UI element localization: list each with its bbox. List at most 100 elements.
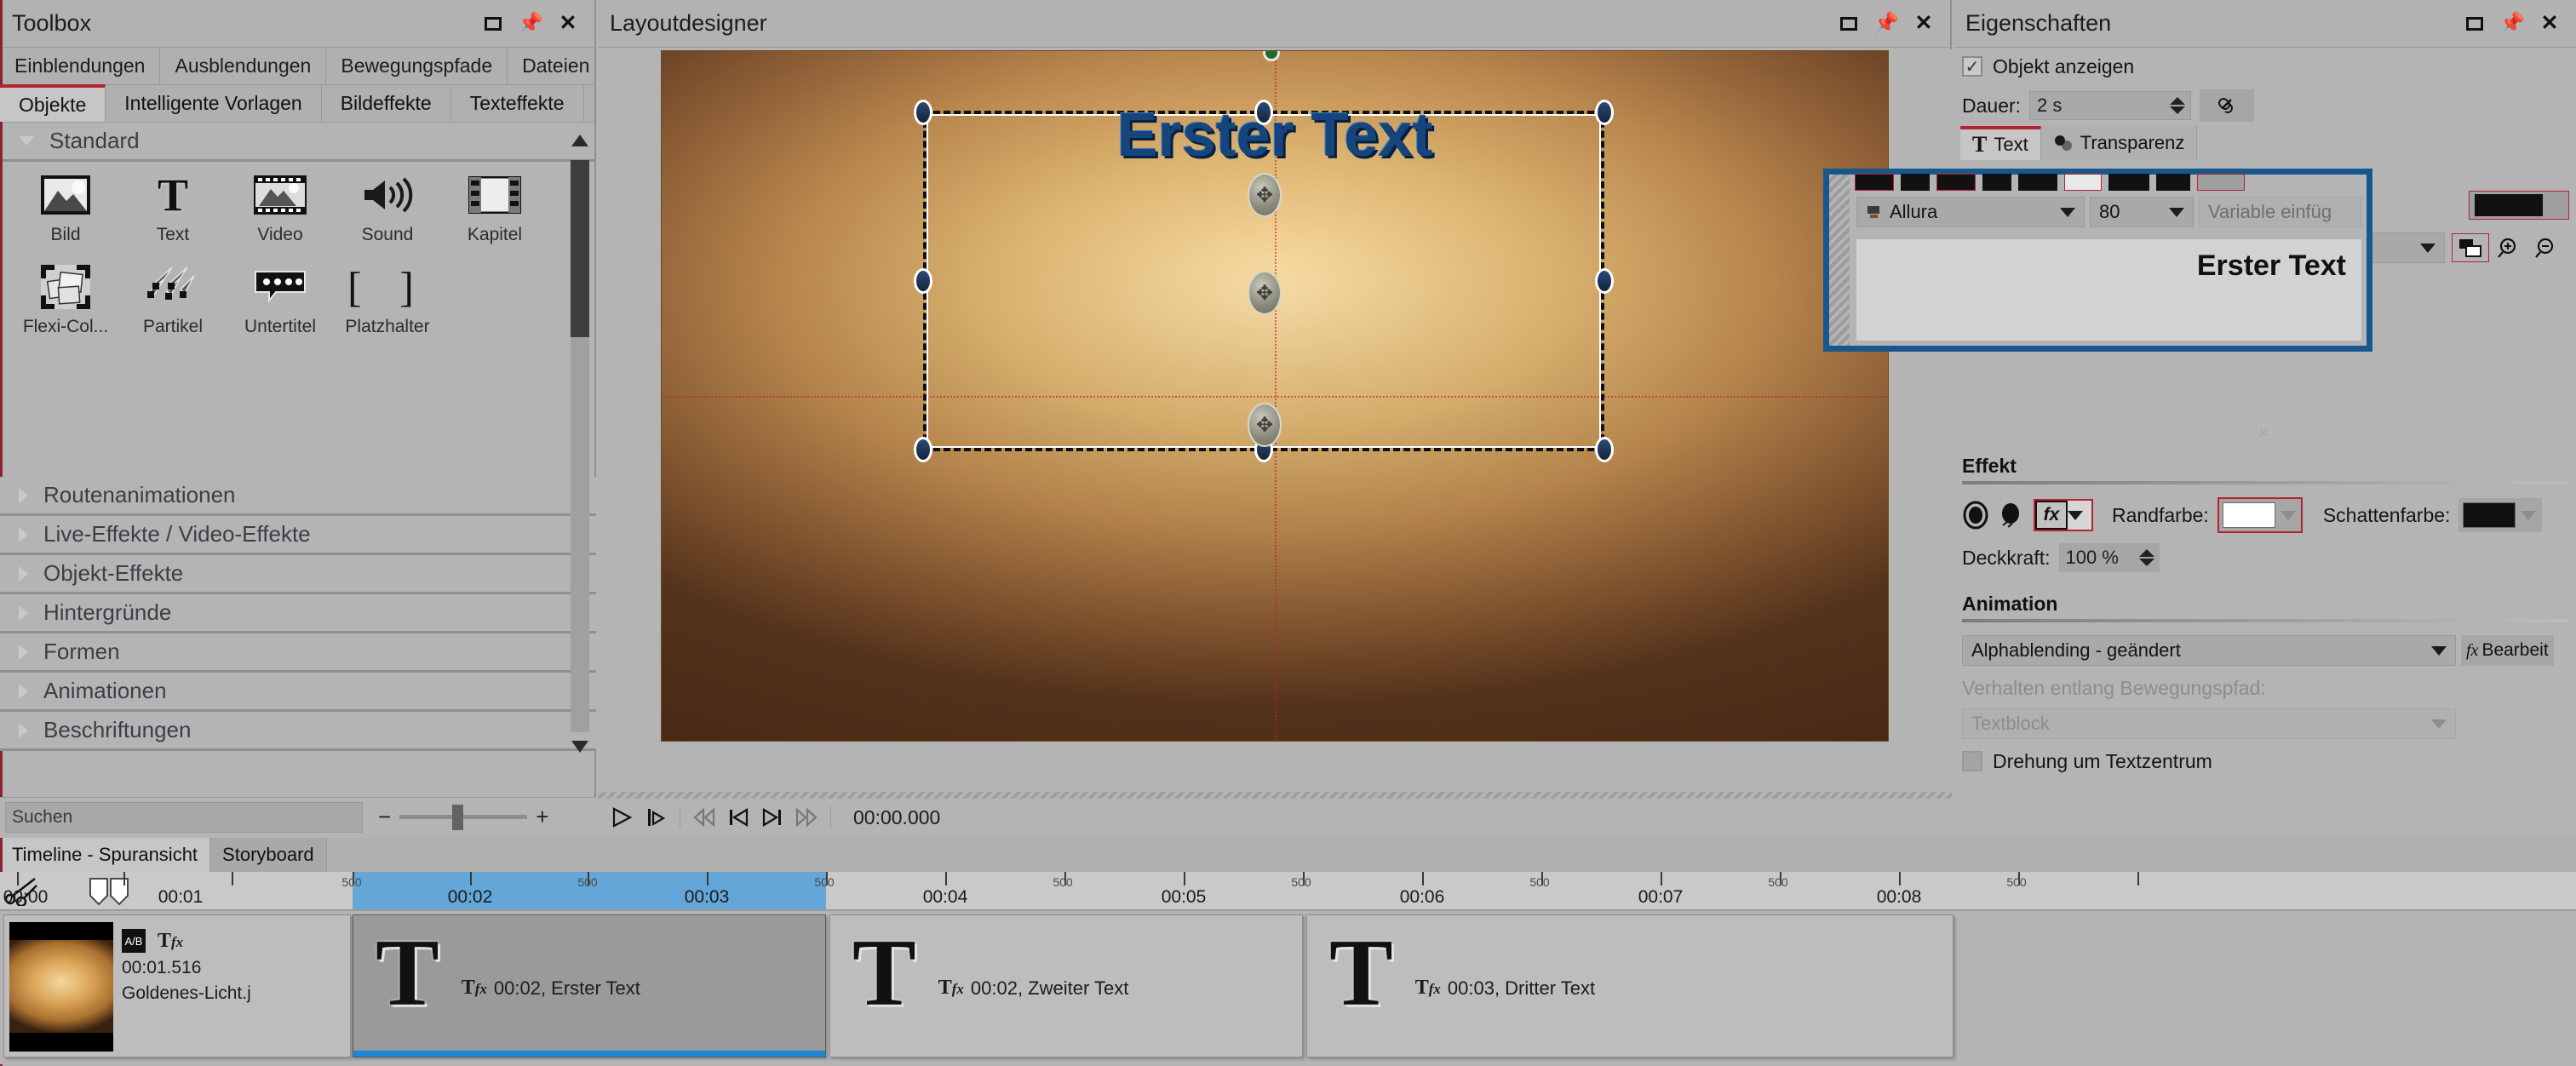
preview-stage[interactable]: Erster Text ✥ ✥ ✥ [661, 50, 1889, 742]
move-handle-center[interactable]: ✥ [1248, 271, 1282, 315]
timeline-clip-text-2[interactable]: T Tfx 00:02, Zweiter Text [829, 914, 1303, 1057]
align-left-icon[interactable] [2018, 174, 2057, 191]
object-item-untertitel[interactable]: Untertitel [227, 261, 334, 352]
tab-text[interactable]: T Text [1960, 126, 2041, 160]
slider-knob[interactable] [452, 805, 464, 830]
section-routenanimationen[interactable]: Routenanimationen [0, 477, 596, 516]
handle-bottom-left[interactable] [914, 437, 932, 462]
rotate-checkbox[interactable] [1962, 751, 1982, 771]
zoom-out-label[interactable]: − [378, 804, 391, 830]
handle-middle-left[interactable] [914, 268, 932, 294]
tab-objekte[interactable]: Objekte [0, 84, 106, 122]
chain-link-icon[interactable] [2200, 89, 2255, 122]
dialog-grip[interactable] [1829, 175, 1850, 346]
font-preview-area[interactable]: Erster Text [1856, 239, 2361, 341]
layer-order-icon[interactable] [2452, 233, 2489, 262]
tab-storyboard[interactable]: Storyboard [209, 838, 327, 872]
tab-texteffekte[interactable]: Texteffekte [451, 85, 584, 122]
tab-einblendungen[interactable]: Einblendungen [0, 48, 161, 84]
pin-icon[interactable]: 📌 [518, 13, 543, 35]
object-item-bild[interactable]: Bild [12, 169, 119, 261]
font-dialog[interactable]: Allura 80 Variable einfüg Erster Text [1823, 169, 2372, 352]
tab-dateien[interactable]: Dateien [508, 48, 605, 84]
splitter-grip[interactable]: ⁙ [1954, 427, 2576, 438]
animation-select[interactable]: Alphablending - geändert [1962, 635, 2456, 666]
maximize-icon[interactable] [1838, 13, 1860, 35]
shadow-ellipse-icon[interactable] [1998, 501, 2025, 530]
maximize-icon[interactable] [482, 13, 504, 35]
object-item-partikel[interactable]: Partikel [119, 261, 227, 352]
close-icon[interactable]: ✕ [1913, 13, 1935, 35]
outline-ellipse-icon[interactable] [1962, 501, 1989, 530]
path-behavior-select[interactable]: Textblock [1962, 708, 2456, 739]
search-input[interactable]: Suchen [5, 801, 363, 833]
canvas-text-object[interactable]: Erster Text [1117, 100, 1433, 170]
rewind-icon[interactable] [689, 803, 720, 832]
object-item-video[interactable]: Video [227, 169, 334, 261]
close-icon[interactable]: ✕ [2539, 13, 2561, 35]
bold-icon[interactable] [1901, 174, 1930, 191]
handle-top-right[interactable] [1595, 100, 1614, 125]
forward-icon[interactable] [791, 803, 822, 832]
fx-button[interactable]: fx [2034, 499, 2093, 531]
object-item-sound[interactable]: Sound [334, 169, 441, 261]
opacity-stepper[interactable] [2138, 549, 2154, 566]
list-icon[interactable] [2156, 174, 2190, 191]
section-objekt-effekte[interactable]: Objekt-Effekte [0, 555, 596, 594]
align-center-icon[interactable] [2064, 174, 2102, 191]
thumbnail-zoom-slider[interactable]: − + [378, 804, 548, 830]
tab-intelligente-vorlagen[interactable]: Intelligente Vorlagen [106, 85, 322, 122]
move-handle-lower[interactable]: ✥ [1248, 403, 1282, 447]
slider-track[interactable] [399, 805, 528, 830]
play-from-icon[interactable] [640, 803, 671, 832]
timeline-ruler[interactable]: 500 500 500 500 500 500 500 500 00:00 00… [0, 872, 2576, 911]
timeline-clip-text-3[interactable]: T Tfx 00:03, Dritter Text [1306, 914, 1954, 1057]
tab-timeline-spuransicht[interactable]: Timeline - Spuransicht [0, 838, 210, 872]
handle-rotate[interactable] [1263, 51, 1280, 61]
font-size-select[interactable]: 80 [2090, 197, 2194, 227]
border-color-picker[interactable] [2217, 497, 2303, 533]
section-formen[interactable]: Formen [0, 633, 596, 673]
variable-insert-input[interactable]: Variable einfüg [2199, 197, 2361, 227]
font-color-swatch[interactable] [1855, 174, 1894, 191]
duration-stepper[interactable] [2170, 97, 2186, 114]
tab-transparenz[interactable]: Transparenz [2040, 126, 2198, 160]
align-right-icon[interactable] [2108, 174, 2149, 191]
object-item-kapitel[interactable]: Kapitel [441, 169, 548, 261]
more-options-icon[interactable] [2197, 174, 2245, 191]
fx-dropdown-caret[interactable] [2068, 501, 2091, 530]
italic-icon[interactable] [1936, 174, 1976, 191]
zoom-in-icon[interactable] [2496, 237, 2527, 259]
marker-icon[interactable] [89, 877, 133, 906]
move-handle-upper[interactable]: ✥ [1248, 173, 1282, 217]
font-family-select[interactable]: Allura [1856, 197, 2085, 227]
layout-canvas-area[interactable]: Erster Text ✥ ✥ ✥ [598, 49, 1952, 792]
timeline-clip-text-1[interactable]: T Tfx 00:02, Erster Text [353, 914, 826, 1057]
handle-middle-right[interactable] [1595, 268, 1614, 294]
shadow-color-picker[interactable] [2458, 498, 2543, 532]
tab-bewegungspfade[interactable]: Bewegungspfade [326, 48, 508, 84]
handle-top-left[interactable] [914, 100, 932, 125]
object-item-platzhalter[interactable]: [ ] Platzhalter [334, 261, 441, 352]
play-icon[interactable] [606, 803, 637, 832]
tab-ausblendungen[interactable]: Ausblendungen [160, 48, 327, 84]
section-hintergruende[interactable]: Hintergründe [0, 594, 596, 633]
toolbox-scrollbar[interactable] [569, 129, 591, 758]
section-beschriftungen[interactable]: Beschriftungen [0, 712, 596, 751]
close-icon[interactable]: ✕ [557, 13, 579, 35]
pin-icon[interactable]: 📌 [2499, 13, 2525, 35]
scroll-up-icon[interactable] [569, 129, 591, 152]
scrollbar-thumb[interactable] [571, 160, 589, 337]
handle-bottom-right[interactable] [1595, 437, 1614, 462]
timeline-clip-image[interactable]: A/B Tfx 00:01.516 Goldenes-Licht.j [3, 914, 351, 1057]
section-animationen[interactable]: Animationen [0, 673, 596, 712]
timeline-track[interactable]: A/B Tfx 00:01.516 Goldenes-Licht.j T Tfx… [0, 911, 2576, 1064]
scroll-down-icon[interactable] [569, 736, 591, 758]
next-frame-icon[interactable] [757, 803, 788, 832]
opacity-input[interactable]: 100 % [2058, 543, 2160, 572]
duration-input[interactable]: 2 s [2029, 91, 2192, 120]
underline-icon[interactable] [1982, 174, 2011, 191]
zoom-in-label[interactable]: + [536, 804, 548, 830]
tab-bildeffekte[interactable]: Bildeffekte [322, 85, 451, 122]
handle-top-center[interactable] [1254, 100, 1273, 125]
